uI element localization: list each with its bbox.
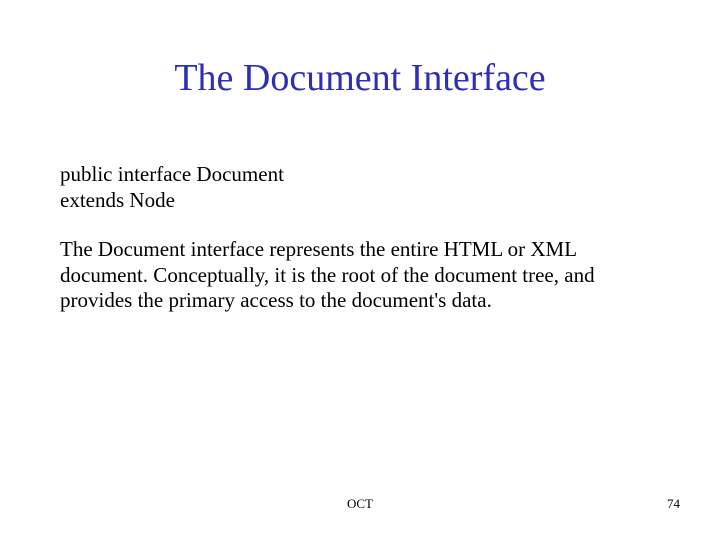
- slide-footer: OCT 74: [0, 496, 720, 516]
- slide-title: The Document Interface: [60, 56, 660, 100]
- footer-page-number: 74: [667, 496, 680, 512]
- slide: The Document Interface public interface …: [0, 0, 720, 540]
- footer-center-text: OCT: [347, 496, 373, 512]
- interface-description: The Document interface represents the en…: [60, 237, 640, 314]
- declaration-line-2: extends Node: [60, 188, 660, 214]
- interface-declaration: public interface Document extends Node: [60, 162, 660, 213]
- slide-body: public interface Document extends Node T…: [60, 162, 660, 314]
- declaration-line-1: public interface Document: [60, 162, 660, 188]
